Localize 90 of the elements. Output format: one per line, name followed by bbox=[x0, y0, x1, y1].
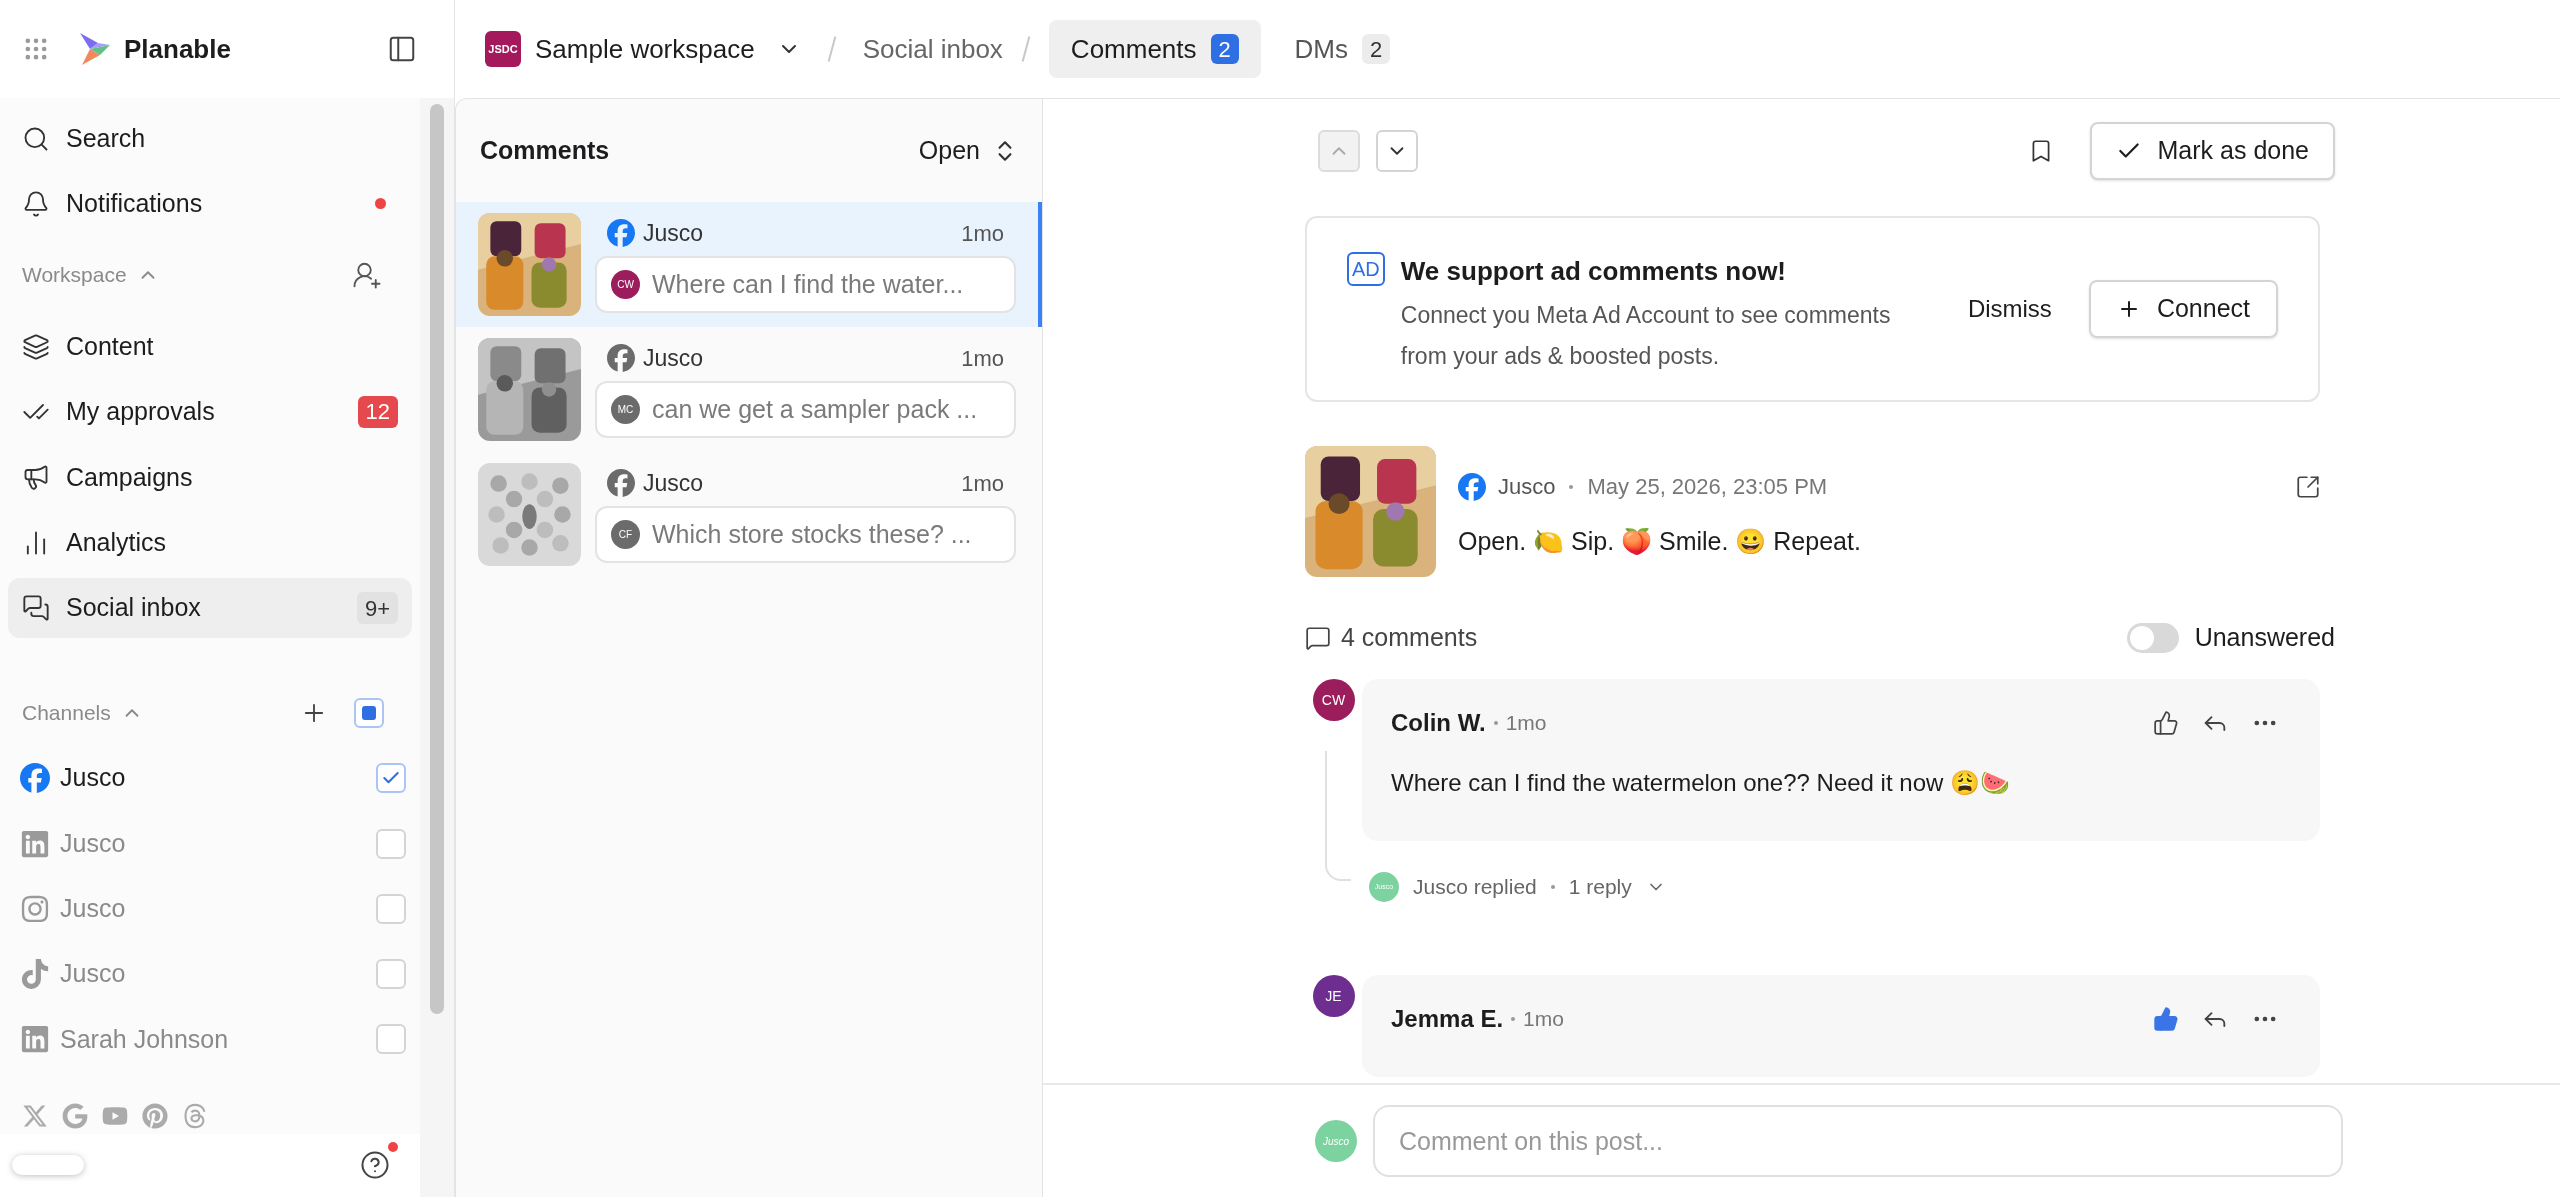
pinterest-icon[interactable] bbox=[142, 1102, 168, 1129]
toggle-label: Unanswered bbox=[2194, 622, 2335, 654]
author-name: Jusco bbox=[1498, 473, 1556, 501]
comment-preview: CW Where can I find the water... bbox=[595, 256, 1016, 314]
checkbox[interactable] bbox=[376, 763, 406, 794]
nav-item[interactable]: Analytics bbox=[8, 512, 412, 573]
layers-icon bbox=[22, 332, 50, 361]
comment-preview: MC can we get a sampler pack ... bbox=[595, 381, 1016, 439]
workspace-selector[interactable]: Sample workspace bbox=[535, 29, 755, 69]
conversation-item[interactable]: Jusco 1mo MC can we get a sampler pack ... bbox=[456, 327, 1042, 452]
tab[interactable]: DMs 2 bbox=[1272, 20, 1412, 78]
timestamp: 1mo bbox=[961, 219, 1004, 248]
announcement-title: We support ad comments now! bbox=[1400, 255, 1787, 288]
comment-icon bbox=[1305, 625, 1331, 651]
checkbox[interactable] bbox=[376, 959, 406, 990]
channel-item[interactable]: Jusco bbox=[0, 745, 420, 811]
comment-text: Where can I find the watermelon one?? Need it now 😩🍉 bbox=[1391, 768, 2011, 798]
facebook-icon bbox=[607, 344, 635, 372]
checkbox[interactable] bbox=[376, 828, 406, 859]
facebook-icon bbox=[1458, 472, 1486, 501]
tab[interactable]: Comments 2 bbox=[1048, 20, 1261, 78]
help-icon[interactable] bbox=[360, 1150, 390, 1181]
breadcrumb-link[interactable]: Social inbox bbox=[862, 29, 1003, 69]
conversation-item[interactable]: Jusco 1mo CW Where can I find the water... bbox=[456, 202, 1042, 327]
user-avatar: MC bbox=[611, 395, 640, 425]
replies-toggle[interactable]: 1 reply bbox=[1568, 871, 1666, 903]
author-name: Jusco bbox=[643, 343, 705, 373]
nav-item[interactable]: Content bbox=[8, 316, 412, 377]
toggle-switch[interactable] bbox=[2126, 623, 2179, 653]
facebook-icon bbox=[607, 219, 635, 247]
add-user-icon[interactable] bbox=[352, 260, 382, 291]
google-icon[interactable] bbox=[62, 1102, 88, 1129]
checkbox[interactable] bbox=[376, 893, 406, 924]
conversation-item[interactable]: Jusco 1mo CF Which store stocks these? ... bbox=[456, 452, 1042, 577]
timestamp: 1mo bbox=[961, 344, 1004, 373]
pill-handle[interactable] bbox=[12, 1155, 84, 1176]
user-avatar: JE bbox=[1312, 975, 1355, 1017]
count-badge: 12 bbox=[357, 395, 398, 428]
comments-count: 4 comments bbox=[1341, 622, 1479, 654]
nav-item[interactable]: Search bbox=[8, 106, 412, 172]
timestamp: 1mo bbox=[1505, 710, 1547, 737]
threads-icon[interactable] bbox=[182, 1102, 208, 1129]
post-text: Open. 🍋 Sip. 🍑 Smile. 😀 Repeat. bbox=[1458, 526, 1862, 557]
nav-item[interactable]: Notifications bbox=[8, 171, 412, 237]
facebook-icon bbox=[607, 469, 635, 497]
comment-preview: CF Which store stocks these? ... bbox=[595, 506, 1016, 564]
logo-icon bbox=[78, 31, 112, 67]
instagram-icon bbox=[20, 893, 50, 924]
comment-input[interactable]: Comment on this post... bbox=[1373, 1105, 2343, 1177]
sidebar-toggle-icon[interactable] bbox=[387, 34, 417, 64]
user-avatar: Jusco bbox=[1315, 1120, 1357, 1162]
count-badge: 9+ bbox=[356, 592, 398, 624]
user-avatar: CW bbox=[611, 270, 640, 300]
commenter-name: Colin W. bbox=[1391, 708, 1486, 738]
announcement-text: Connect you Meta Ad Account to see comments from your ads & boosted posts. bbox=[1400, 301, 1892, 371]
commenter-name: Jemma E. bbox=[1391, 1004, 1504, 1034]
app-name: Planable bbox=[124, 32, 231, 66]
like-icon[interactable] bbox=[2153, 710, 2179, 736]
replied-label: Jusco replied bbox=[1413, 874, 1537, 901]
checkbox[interactable] bbox=[376, 1024, 406, 1055]
like-icon[interactable] bbox=[2153, 1006, 2179, 1032]
nav-item[interactable]: Social inbox 9+ bbox=[8, 578, 412, 638]
chat-bubbles-icon bbox=[22, 594, 50, 622]
next-button[interactable] bbox=[1376, 129, 1418, 172]
timestamp: 1mo bbox=[961, 469, 1004, 498]
nav-item[interactable]: My approvals 12 bbox=[8, 382, 412, 442]
x-icon[interactable] bbox=[22, 1102, 48, 1129]
author-name: Jusco bbox=[643, 218, 705, 248]
user-avatar: CW bbox=[1312, 679, 1355, 721]
megaphone-icon bbox=[22, 463, 50, 492]
linkedin-icon bbox=[20, 828, 50, 859]
scrollbar-thumb[interactable] bbox=[430, 104, 444, 1014]
timestamp: 1mo bbox=[1523, 1006, 1564, 1033]
nav-item[interactable]: Campaigns bbox=[8, 447, 412, 507]
ad-badge: AD bbox=[1347, 252, 1385, 286]
panel-title: Comments bbox=[480, 134, 611, 166]
author-name: Jusco bbox=[643, 468, 705, 498]
checkbox[interactable] bbox=[354, 697, 384, 728]
tiktok-icon bbox=[20, 959, 50, 990]
user-avatar: CF bbox=[611, 520, 640, 550]
dismiss-button[interactable]: Dismiss bbox=[1967, 291, 2052, 327]
bell-icon bbox=[22, 189, 50, 218]
external-link-icon[interactable] bbox=[2295, 473, 2321, 500]
connect-button[interactable]: Connect bbox=[2088, 280, 2278, 338]
linkedin-icon bbox=[20, 1024, 50, 1055]
status-filter[interactable]: Open bbox=[918, 131, 1018, 170]
facebook-icon bbox=[20, 763, 50, 794]
mark-done-button[interactable]: Mark as done bbox=[2089, 121, 2335, 180]
post-date: May 25, 2026, 23:05 PM bbox=[1587, 473, 1828, 501]
workspace-avatar: JSDC bbox=[485, 31, 521, 67]
